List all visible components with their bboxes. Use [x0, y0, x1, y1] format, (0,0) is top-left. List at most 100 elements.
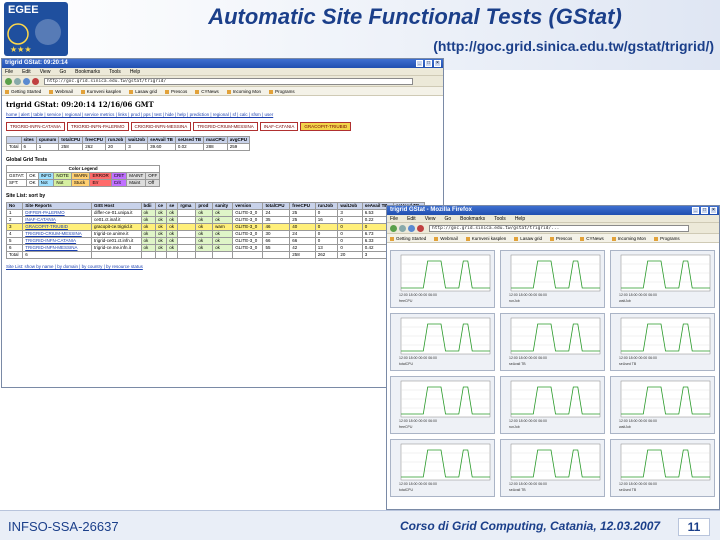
- graph-panel[interactable]: 12:00 18:00 00:00 06:00 runJob: [500, 376, 605, 434]
- sites-header[interactable]: runJob: [314, 202, 339, 210]
- graph-panel[interactable]: 12:00 18:00 00:00 06:00 totalCPU: [390, 439, 495, 497]
- table-cell: ok: [166, 237, 179, 245]
- site-name-link[interactable]: GRACOPIT-TRIUBID: [22, 223, 93, 231]
- minimize-icon[interactable]: _: [692, 207, 699, 214]
- bookmark-item[interactable]: Incoming Mon: [612, 236, 646, 241]
- menu-item-view[interactable]: View: [425, 216, 436, 222]
- graph-panel[interactable]: 12:00 18:00 00:00 06:00 seUsed TB: [610, 439, 715, 497]
- graph-panel[interactable]: 12:00 18:00 00:00 06:00 freeCPU: [390, 376, 495, 434]
- graph-panel[interactable]: 12:00 18:00 00:00 06:00 seUsed TB: [610, 313, 715, 371]
- sites-header[interactable]: bdii: [140, 202, 157, 210]
- graph-panel[interactable]: 12:00 18:00 00:00 06:00 runJob: [500, 250, 605, 308]
- bookmark-item[interactable]: Prescos: [165, 89, 187, 94]
- sites-header[interactable]: version: [232, 202, 264, 210]
- bookmark-item[interactable]: Kurnveni kasplen: [466, 236, 507, 241]
- menu-item-edit[interactable]: Edit: [407, 216, 416, 222]
- menu-item-go[interactable]: Go: [59, 69, 66, 75]
- site-tab[interactable]: CRIGRID-INFN-MESSINA: [130, 122, 192, 131]
- sites-header[interactable]: waitJob: [337, 202, 363, 210]
- url-input[interactable]: http://goc.grid.sinica.edu.tw/gstat/trig…: [429, 225, 689, 232]
- table-row[interactable]: 5 TRIGRID-INFN-CATANIA trigrid-ce01.ct.inf…: [5, 237, 441, 245]
- bookmark-item[interactable]: Getting Started: [390, 236, 426, 241]
- sites-header[interactable]: ce: [155, 202, 168, 210]
- bookmark-item[interactable]: CYNews: [580, 236, 604, 241]
- site-tab[interactable]: TRIGRID-INFN-CATANIA: [6, 122, 65, 131]
- bookmark-item[interactable]: Getting Started: [5, 89, 41, 94]
- site-list-links[interactable]: Site List: show by name | by domain | by…: [6, 264, 439, 270]
- menu-item-bookmarks[interactable]: Bookmarks: [75, 69, 100, 75]
- bookmark-item[interactable]: Kurnveni kasplen: [81, 89, 122, 94]
- stop-icon[interactable]: [32, 78, 39, 85]
- url-input[interactable]: http://goc.grid.sinica.edu.tw/gstat/trig…: [44, 78, 413, 85]
- table-row[interactable]: 6 TRIGRID-INFN-MESSINA trigrid-ce.me.infn.…: [5, 244, 441, 252]
- forward-icon[interactable]: [399, 225, 406, 232]
- sites-header[interactable]: se: [166, 202, 179, 210]
- site-name-link[interactable]: DIFFER-PALERMO: [22, 209, 93, 217]
- maximize-icon[interactable]: □: [701, 207, 708, 214]
- nav-links[interactable]: home | alert | table | service | regiona…: [6, 112, 439, 118]
- graph-panel[interactable]: 12:00 18:00 00:00 06:00 totalCPU: [390, 313, 495, 371]
- back-icon[interactable]: [390, 225, 397, 232]
- bookmark-item[interactable]: Webmail: [49, 89, 72, 94]
- menu-item-help[interactable]: Help: [515, 216, 525, 222]
- bookmark-item[interactable]: Lasaw grid: [129, 89, 157, 94]
- menu-item-tools[interactable]: Tools: [109, 69, 121, 75]
- graph-legend-label: waitJob: [619, 425, 631, 429]
- sites-header[interactable]: rgma: [177, 202, 197, 210]
- sites-header[interactable]: freeCPU: [289, 202, 316, 210]
- graph-panel[interactable]: 12:00 18:00 00:00 06:00 seAvail TB: [500, 439, 605, 497]
- menu-item-bookmarks[interactable]: Bookmarks: [460, 216, 485, 222]
- legend-cell: Err: [89, 179, 112, 187]
- sites-header[interactable]: totalCPU: [262, 202, 291, 210]
- sites-header[interactable]: prod: [195, 202, 214, 210]
- sites-header[interactable]: sanity: [212, 202, 234, 210]
- site-tab[interactable]: TRIGRID-INFN-PALERMO: [66, 122, 129, 131]
- close-icon[interactable]: ×: [434, 60, 441, 67]
- table-row[interactable]: 2 INAF-CATANIA ce01.ct.inaf.it ok ok ok ok ok GL…: [5, 216, 441, 224]
- reload-icon[interactable]: [23, 78, 30, 85]
- table-cell: [177, 244, 197, 252]
- close-icon[interactable]: ×: [710, 207, 717, 214]
- menu-item-edit[interactable]: Edit: [22, 69, 31, 75]
- sites-header[interactable]: Site Reports: [22, 202, 93, 210]
- forward-icon[interactable]: [14, 78, 21, 85]
- bookmark-item[interactable]: CYNews: [195, 89, 219, 94]
- graphs-browser-window: trigrid GStat - Mozilla Firefox _ □ × Fi…: [386, 205, 720, 510]
- reload-icon[interactable]: [408, 225, 415, 232]
- sites-header[interactable]: GIIS Host: [91, 202, 142, 210]
- bookmark-item[interactable]: Incoming Mon: [227, 89, 261, 94]
- bookmark-item[interactable]: Prescos: [550, 236, 572, 241]
- site-tab[interactable]: INAF-CATANIA: [259, 122, 299, 131]
- menu-item-file[interactable]: File: [390, 216, 398, 222]
- site-name-link[interactable]: TRIGRID-CRIUM-MESSINA: [22, 230, 93, 238]
- site-name-link[interactable]: TRIGRID-INFN-MESSINA: [22, 244, 93, 252]
- bookmark-item[interactable]: Lasaw grid: [514, 236, 542, 241]
- menu-item-go[interactable]: Go: [444, 216, 451, 222]
- slide-footer: INFSO-SSA-26637 Corso di Grid Computing,…: [0, 510, 720, 540]
- sites-header[interactable]: No: [5, 202, 24, 210]
- bookmark-item[interactable]: Programs: [654, 236, 680, 241]
- maximize-icon[interactable]: □: [425, 60, 432, 67]
- site-tab[interactable]: TRIGRID-CRIUM-MESSINA: [193, 122, 258, 131]
- stop-icon[interactable]: [417, 225, 424, 232]
- table-row[interactable]: 3 GRACOPIT-TRIUBID gracopit-ce.trigrid.it o…: [5, 223, 441, 231]
- graph-panel[interactable]: 12:00 18:00 00:00 06:00 waitJob: [610, 376, 715, 434]
- site-tab[interactable]: GRACOPIT-TRIUBID: [300, 122, 352, 131]
- bookmark-item[interactable]: Webmail: [434, 236, 457, 241]
- site-name-link[interactable]: INAF-CATANIA: [22, 216, 93, 224]
- table-row[interactable]: 4 TRIGRID-CRIUM-MESSINA trigrid-ce.unime.i…: [5, 230, 441, 238]
- graph-panel[interactable]: 12:00 18:00 00:00 06:00 seAvail TB: [500, 313, 605, 371]
- site-name-link[interactable]: TRIGRID-INFN-CATANIA: [22, 237, 93, 245]
- graph-panel[interactable]: 12:00 18:00 00:00 06:00 waitJob: [610, 250, 715, 308]
- bookmark-item[interactable]: Programs: [269, 89, 295, 94]
- legend-cell: INFO: [37, 172, 55, 180]
- menu-item-file[interactable]: File: [5, 69, 13, 75]
- graph-panel[interactable]: 12:00 18:00 00:00 06:00 freeCPU: [390, 250, 495, 308]
- back-icon[interactable]: [5, 78, 12, 85]
- table-row[interactable]: 1 DIFFER-PALERMO differ-ce-01.unipa.it ok ok…: [5, 209, 441, 217]
- menu-item-tools[interactable]: Tools: [494, 216, 506, 222]
- minimize-icon[interactable]: _: [416, 60, 423, 67]
- table-cell: GLITE-3_0: [232, 237, 264, 245]
- menu-item-view[interactable]: View: [40, 69, 51, 75]
- menu-item-help[interactable]: Help: [130, 69, 140, 75]
